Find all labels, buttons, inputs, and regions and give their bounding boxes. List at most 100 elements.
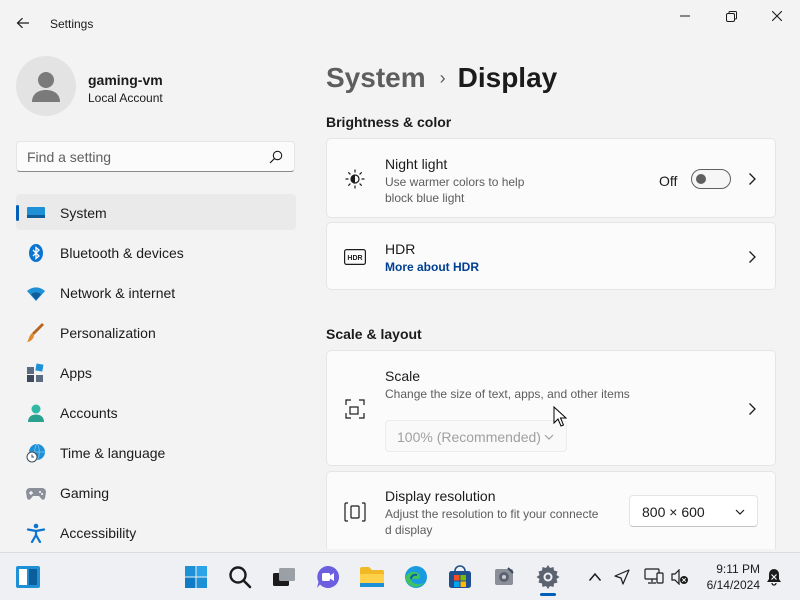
- clock-date: 6/14/2024: [706, 578, 760, 592]
- hdr-card[interactable]: HDR HDR More about HDR: [326, 222, 776, 290]
- wifi-icon: [27, 287, 45, 301]
- restore-icon: [725, 10, 737, 22]
- taskbar-app[interactable]: [490, 563, 518, 591]
- resolution-title: Display resolution: [385, 488, 496, 504]
- hdr-icon: HDR: [343, 245, 367, 269]
- taskbar-file-explorer[interactable]: [358, 563, 386, 591]
- scale-card[interactable]: Scale Change the size of text, apps, and…: [326, 350, 776, 466]
- start-icon: [185, 566, 207, 588]
- gamepad-icon: [26, 488, 46, 500]
- resolution-card[interactable]: Display resolution Adjust the resolution…: [326, 471, 776, 549]
- night-light-toggle[interactable]: [691, 169, 731, 189]
- resolution-dropdown-value: 800 × 600: [642, 504, 705, 520]
- hdr-title: HDR: [385, 241, 416, 257]
- scale-dropdown-value: 100% (Recommended): [397, 429, 541, 445]
- sidebar-item-label: Bluetooth & devices: [60, 245, 184, 261]
- breadcrumb-parent[interactable]: System: [326, 62, 426, 94]
- scale-subtitle: Change the size of text, apps, and other…: [385, 387, 630, 401]
- minimize-icon: [680, 15, 690, 17]
- chevron-down-icon: [544, 434, 554, 440]
- globe-clock-icon: [26, 443, 45, 463]
- tray-notifications[interactable]: [764, 567, 784, 587]
- profile-name: gaming-vm: [88, 72, 163, 88]
- chevron-right-icon: [749, 403, 756, 415]
- taskbar-edge[interactable]: [402, 563, 430, 591]
- breadcrumb-separator: ›: [439, 67, 446, 88]
- taskbar-settings[interactable]: [534, 563, 562, 591]
- sidebar-item-time-language[interactable]: Time & language: [16, 434, 296, 470]
- chat-icon: [317, 565, 340, 588]
- chevron-down-icon: [735, 509, 745, 515]
- notification-bell-icon: [767, 569, 781, 586]
- close-button[interactable]: [754, 0, 800, 32]
- sidebar-item-label: Personalization: [60, 325, 156, 341]
- sidebar-item-personalization[interactable]: Personalization: [16, 314, 296, 350]
- resolution-subtitle-line1: Adjust the resolution to fit your connec…: [385, 507, 599, 521]
- avatar: [16, 56, 76, 116]
- tray-location[interactable]: [612, 567, 632, 587]
- sidebar-item-label: Time & language: [60, 445, 166, 461]
- profile-account-type: Local Account: [88, 91, 163, 105]
- sidebar-item-label: Accessibility: [60, 525, 137, 541]
- scale-dropdown[interactable]: 100% (Recommended): [385, 420, 567, 452]
- sidebar-nav: System Bluetooth & devices Network & int…: [16, 194, 296, 554]
- sidebar-item-label: System: [60, 205, 107, 221]
- accessibility-icon: [26, 523, 46, 543]
- taskbar-task-view[interactable]: [270, 563, 298, 591]
- sidebar-item-label: Gaming: [60, 485, 110, 501]
- mouse-cursor-icon: [553, 406, 567, 427]
- edge-icon: [405, 566, 427, 588]
- night-light-subtitle-line2: block blue light: [385, 191, 465, 205]
- restore-button[interactable]: [708, 0, 754, 32]
- taskbar-store[interactable]: [446, 563, 474, 591]
- file-explorer-icon: [360, 567, 384, 587]
- search-icon: [229, 566, 252, 589]
- taskbar-chat[interactable]: [314, 563, 342, 591]
- sidebar-item-bluetooth[interactable]: Bluetooth & devices: [16, 234, 296, 270]
- close-icon: [772, 11, 782, 21]
- sidebar-item-apps[interactable]: Apps: [16, 354, 296, 390]
- search-input[interactable]: [27, 147, 257, 167]
- sidebar-item-label: Network & internet: [60, 285, 176, 301]
- chevron-right-icon: [749, 173, 756, 185]
- night-light-card[interactable]: Night light Use warmer colors to help bl…: [326, 138, 776, 218]
- minimize-button[interactable]: [662, 0, 708, 32]
- tray-network[interactable]: [644, 567, 664, 587]
- tray-volume[interactable]: [670, 567, 690, 587]
- taskbar-start[interactable]: [182, 563, 210, 591]
- location-arrow-icon: [614, 569, 630, 585]
- app-title: Settings: [50, 17, 94, 31]
- system-icon: [27, 207, 45, 218]
- clock-time: 9:11 PM: [716, 562, 760, 576]
- sidebar-item-system[interactable]: System: [16, 194, 296, 230]
- paintbrush-icon: [27, 323, 44, 342]
- widgets-icon: [16, 566, 40, 588]
- tray-clock[interactable]: 9:11 PM 6/14/2024: [700, 561, 760, 593]
- sidebar-item-network[interactable]: Network & internet: [16, 274, 296, 310]
- section-title-scale: Scale & layout: [326, 326, 422, 342]
- night-light-title: Night light: [385, 156, 448, 172]
- back-arrow-icon: [16, 17, 29, 29]
- store-icon: [449, 565, 471, 588]
- scale-icon: [343, 397, 367, 421]
- back-button[interactable]: [8, 8, 38, 38]
- settings-search[interactable]: [16, 141, 295, 172]
- network-icon: [644, 568, 664, 584]
- speaker-muted-icon: [671, 569, 688, 585]
- page-title: Display: [457, 62, 558, 93]
- section-title-brightness: Brightness & color: [326, 114, 452, 130]
- sidebar-item-accounts[interactable]: Accounts: [16, 394, 296, 430]
- hdr-more-link[interactable]: More about HDR: [385, 260, 479, 274]
- resolution-dropdown[interactable]: 800 × 600: [629, 495, 758, 527]
- taskbar: 9:11 PM 6/14/2024: [0, 552, 800, 600]
- sidebar-item-accessibility[interactable]: Accessibility: [16, 514, 296, 550]
- svg-text:HDR: HDR: [347, 255, 362, 262]
- search-icon: [269, 150, 283, 164]
- toggle-knob: [696, 174, 706, 184]
- show-desktop-widget[interactable]: [14, 563, 42, 591]
- sidebar-item-gaming[interactable]: Gaming: [16, 474, 296, 510]
- bluetooth-icon: [29, 244, 43, 262]
- user-profile[interactable]: gaming-vm Local Account: [16, 56, 296, 120]
- show-hidden-icons[interactable]: [585, 567, 605, 587]
- taskbar-search[interactable]: [226, 563, 254, 591]
